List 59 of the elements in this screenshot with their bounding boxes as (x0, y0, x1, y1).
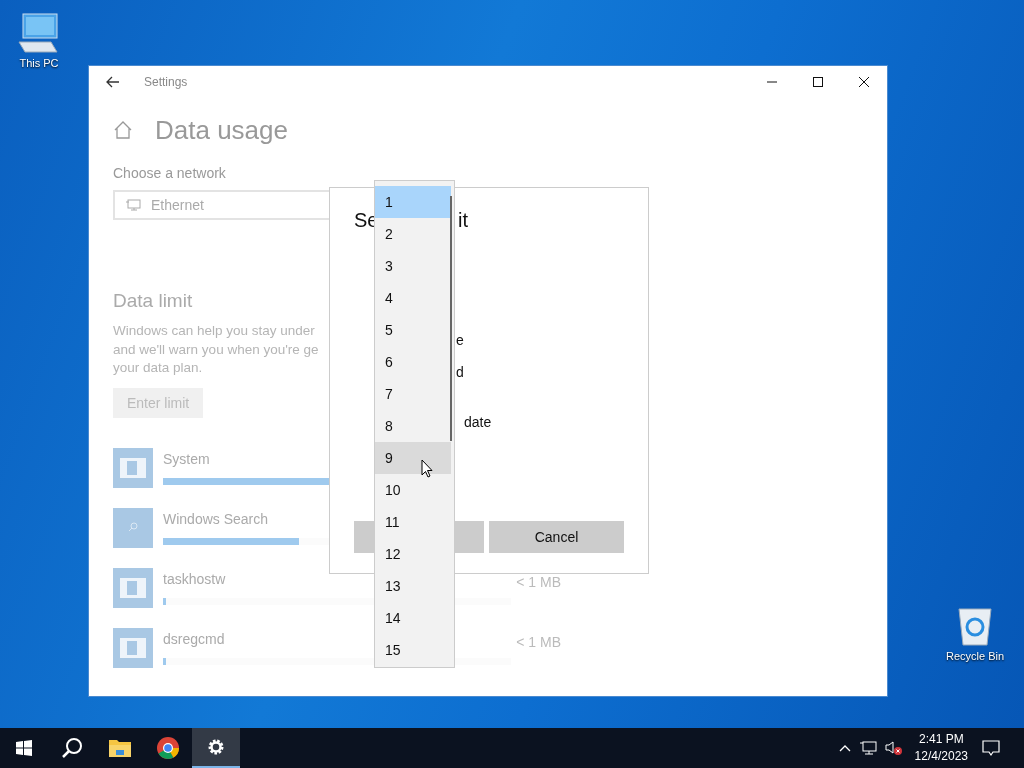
home-icon[interactable] (113, 121, 133, 139)
dropdown-option[interactable]: 8 (375, 410, 451, 442)
app-icon (113, 627, 153, 668)
dropdown-option[interactable]: 1 (375, 186, 451, 218)
clock-date[interactable]: 12/4/2023 (914, 748, 968, 765)
scrollbar-thumb[interactable] (450, 196, 452, 441)
start-icon[interactable] (16, 740, 32, 756)
notification-icon[interactable] (982, 739, 1000, 757)
search-icon (61, 737, 83, 759)
back-arrow-icon[interactable] (106, 76, 120, 88)
page-title: Data usage (155, 114, 288, 146)
usage-value: < 1 MB (516, 573, 561, 590)
dropdown-option[interactable]: 12 (375, 538, 451, 570)
dialog-text: date (464, 414, 492, 430)
app-icon (113, 567, 153, 608)
folder-icon (108, 738, 132, 758)
dropdown-option[interactable]: 2 (375, 218, 451, 250)
desktop-icon-label[interactable]: Recycle Bin (945, 650, 1005, 662)
app-name: taskhostw (163, 570, 226, 587)
ethernet-icon (125, 199, 141, 211)
description-line: your data plan. (113, 359, 203, 377)
muted-speaker-icon[interactable] (884, 740, 903, 756)
dropdown-option[interactable]: 10 (375, 474, 451, 506)
desktop-icon-label[interactable]: This PC (19, 57, 59, 69)
usage-value: < 1 MB (516, 633, 561, 650)
close-icon[interactable] (858, 76, 870, 88)
taskbar-button[interactable] (192, 728, 240, 768)
dropdown-option[interactable]: 13 (375, 570, 451, 602)
window-title: Settings (144, 75, 188, 89)
cancel-button[interactable]: Cancel (489, 521, 624, 553)
app-name: System (163, 450, 210, 467)
dialog-text: d (456, 364, 464, 380)
section-heading: Data limit (113, 290, 193, 312)
dropdown-option[interactable]: 11 (375, 506, 451, 538)
dropdown-option[interactable]: 15 (375, 634, 451, 666)
dropdown-option[interactable]: 6 (375, 346, 451, 378)
mouse-cursor-icon (421, 459, 433, 478)
dropdown-option[interactable]: 9 (375, 442, 451, 474)
app-icon (113, 447, 153, 488)
dropdown-option[interactable]: 5 (375, 314, 451, 346)
dialog-title: it (458, 209, 468, 232)
app-name: Windows Search (163, 510, 269, 527)
computer-icon[interactable] (17, 12, 61, 54)
browser-icon (156, 736, 180, 760)
chevron-up-icon[interactable] (838, 744, 851, 752)
dropdown-option[interactable]: 7 (375, 378, 451, 410)
clock-time[interactable]: 2:41 PM (918, 731, 964, 748)
maximize-icon[interactable] (812, 76, 824, 88)
dropdown-option[interactable]: 14 (375, 602, 451, 634)
app-name: dsregcmd (163, 630, 225, 647)
network-icon[interactable] (858, 740, 877, 756)
dropdown-option[interactable]: 3 (375, 250, 451, 282)
search-app-icon (113, 507, 153, 548)
description-line: Windows can help you stay under (113, 322, 315, 340)
dialog-text: e (456, 332, 464, 348)
field-label: Choose a network (113, 165, 226, 181)
gear-icon (206, 737, 226, 757)
description-line: and we'll warn you when you're ge (113, 340, 319, 359)
dropdown-option[interactable]: 4 (375, 282, 451, 314)
